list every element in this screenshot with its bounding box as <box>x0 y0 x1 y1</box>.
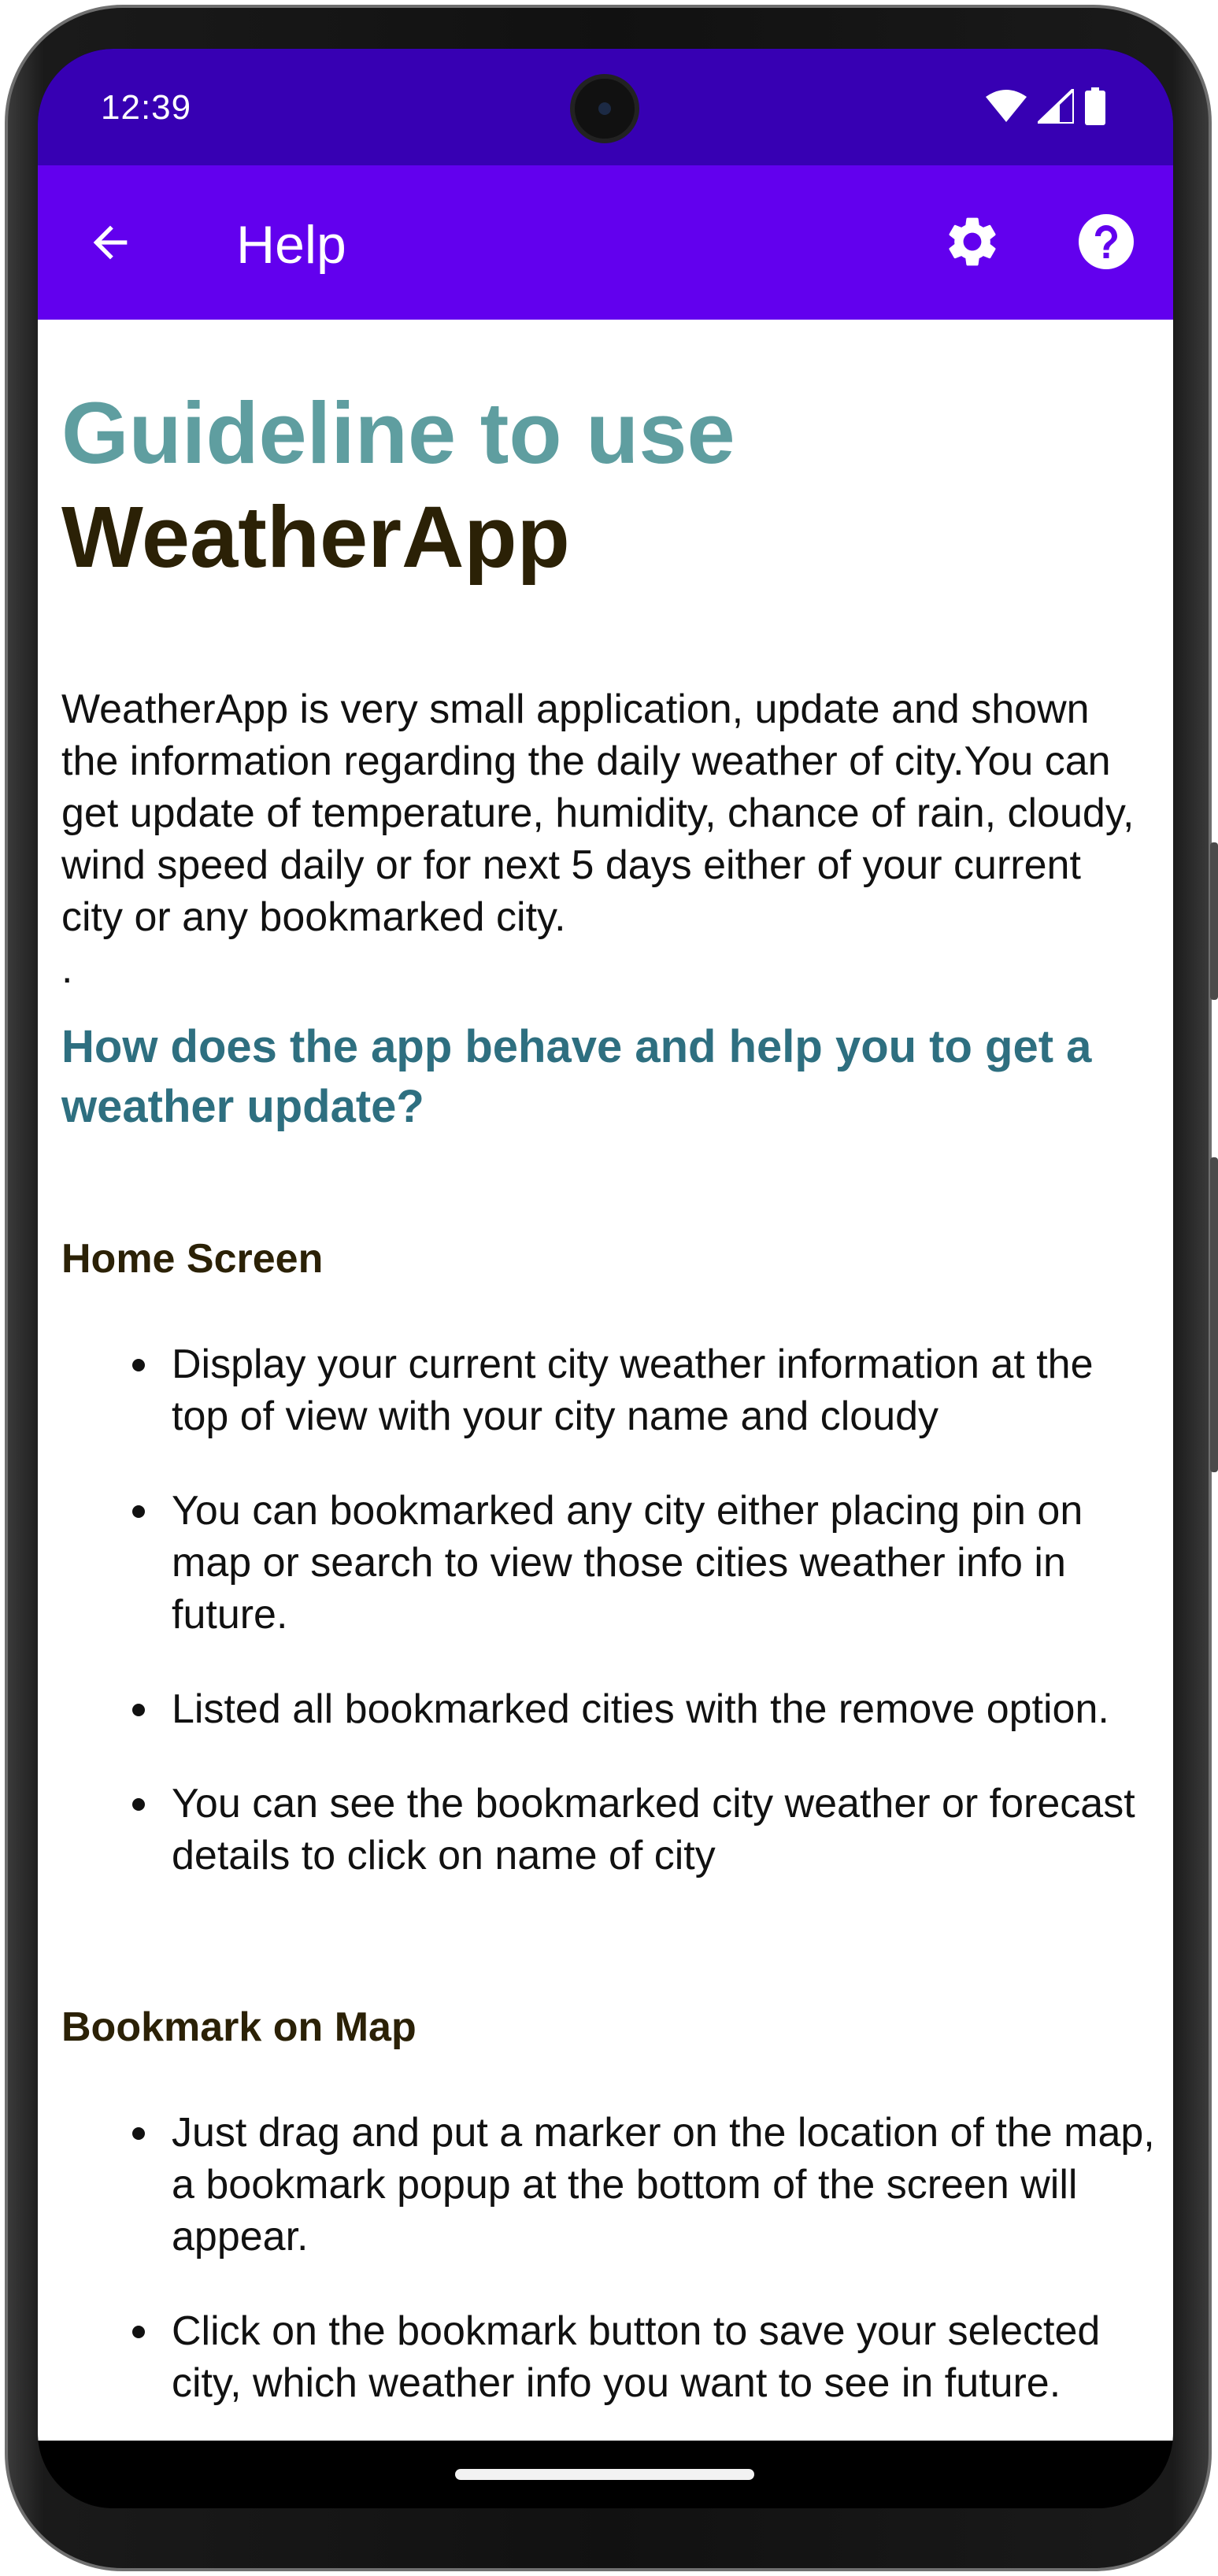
bullet-dot <box>132 1704 145 1716</box>
screen: 12:39 Help Guideline to use WeatherApp W… <box>38 49 1173 2508</box>
help-content[interactable]: Guideline to use WeatherApp WeatherApp i… <box>38 320 1173 2441</box>
gear-icon <box>949 217 996 266</box>
app-bar: Help <box>38 165 1173 320</box>
bullet-dot <box>132 1359 145 1371</box>
list-item-text: Display your current city weather inform… <box>172 1342 1094 1439</box>
intro-paragraph: WeatherApp is very small application, up… <box>61 683 1148 995</box>
front-camera <box>570 74 639 143</box>
list-item-text: Just drag and put a marker on the locati… <box>172 2110 1155 2260</box>
bullet-dot <box>132 1798 145 1811</box>
list-item-text: You can see the bookmarked city weather … <box>172 1781 1135 1878</box>
page-title-line2: WeatherApp <box>61 489 570 586</box>
help-circle-icon <box>1079 214 1134 269</box>
settings-button[interactable] <box>937 206 1008 277</box>
section-heading-home: Home Screen <box>61 1236 324 1282</box>
intro-text: WeatherApp is very small application, up… <box>61 687 1135 940</box>
status-bar: 12:39 <box>38 49 1173 165</box>
list-item: Listed all bookmarked cities with the re… <box>132 1683 1156 1735</box>
wifi-icon <box>986 90 1027 122</box>
arrow-back-icon <box>93 225 128 260</box>
list-item-text: Click on the bookmark button to save you… <box>172 2308 1101 2406</box>
cell-signal-icon <box>1038 89 1074 124</box>
section-question: How does the app behave and help you to … <box>61 1021 1092 1132</box>
list-item-text: Listed all bookmarked cities with the re… <box>172 1686 1109 1732</box>
help-button[interactable] <box>1071 206 1142 277</box>
bullet-dot <box>132 2127 145 2140</box>
list-item-text: You can bookmarked any city either placi… <box>172 1488 1083 1638</box>
home-indicator[interactable] <box>455 2469 754 2480</box>
volume-button <box>1210 842 1218 1000</box>
section-heading-bookmark-map: Bookmark on Map <box>61 2004 416 2050</box>
list-item: Display your current city weather inform… <box>132 1338 1156 1442</box>
page-title-line1: Guideline to use <box>61 385 735 482</box>
status-time: 12:39 <box>101 88 192 127</box>
intro-trailing-dot: . <box>61 946 73 992</box>
bullet-dot <box>132 2326 145 2338</box>
list-item: Just drag and put a marker on the locati… <box>132 2107 1156 2263</box>
home-bullet-list: Display your current city weather inform… <box>132 1338 1156 1924</box>
list-item: You can bookmarked any city either placi… <box>132 1485 1156 1641</box>
list-item: Click on the bookmark button to save you… <box>132 2305 1156 2409</box>
map-bullet-list: Just drag and put a marker on the locati… <box>132 2107 1156 2441</box>
status-icons <box>986 87 1105 126</box>
battery-icon <box>1085 87 1105 125</box>
navigation-bar <box>38 2441 1173 2508</box>
phone-frame: 12:39 Help Guideline to use WeatherApp W… <box>0 0 1218 2576</box>
bullet-dot <box>132 1505 145 1518</box>
list-item: You can see the bookmarked city weather … <box>132 1778 1156 1882</box>
power-button <box>1210 1157 1218 1472</box>
app-bar-title: Help <box>236 215 346 275</box>
back-button[interactable] <box>72 205 148 280</box>
